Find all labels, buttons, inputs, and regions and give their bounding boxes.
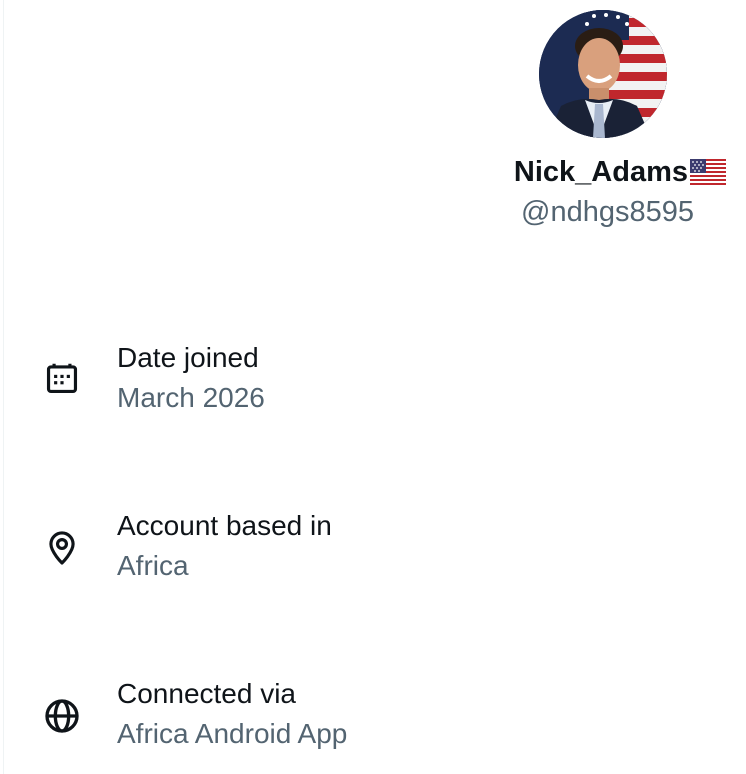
calendar-icon xyxy=(40,356,84,400)
location-pin-icon xyxy=(40,526,84,570)
about-account-page: Nick_Adams @ndhgs8595 Date joined March … xyxy=(0,0,746,774)
globe-icon xyxy=(40,694,84,738)
account-based-in-value: Africa xyxy=(117,550,189,581)
info-row-connected-via: Connected via Africa Android App xyxy=(0,676,746,766)
user-handle[interactable]: @ndhgs8595 xyxy=(480,196,694,229)
display-name-row: Nick_Adams xyxy=(480,154,726,190)
date-joined-label: Date joined xyxy=(117,342,259,373)
display-name[interactable]: Nick_Adams xyxy=(514,156,688,189)
account-based-in-label: Account based in xyxy=(117,510,332,541)
info-row-date-joined: Date joined March 2026 xyxy=(0,340,746,430)
connected-via-label: Connected via xyxy=(117,678,297,709)
info-row-account-based-in: Account based in Africa xyxy=(0,508,746,598)
avatar[interactable] xyxy=(539,10,667,138)
us-flag-emoji xyxy=(690,159,726,185)
date-joined-value: March 2026 xyxy=(117,382,265,413)
connected-via-value: Africa Android App xyxy=(117,718,348,749)
profile-header: Nick_Adams @ndhgs8595 xyxy=(480,0,726,240)
